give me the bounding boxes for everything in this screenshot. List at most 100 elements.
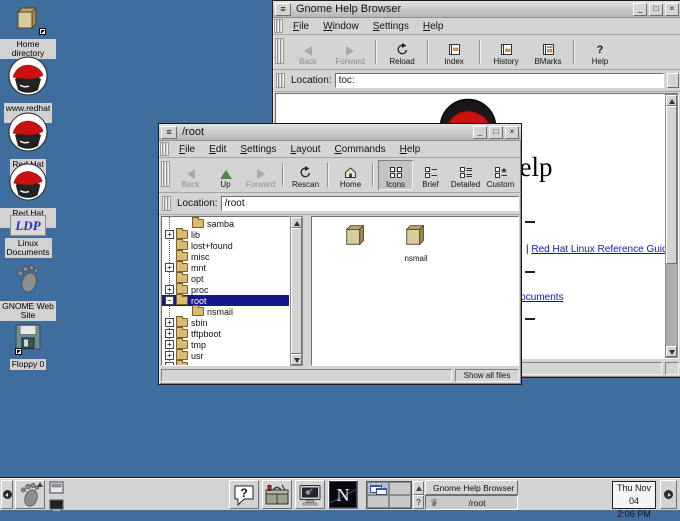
tree-item-selected[interactable]: −root	[162, 295, 289, 306]
drag-handle[interactable]	[275, 38, 284, 64]
close-button[interactable]: ×	[505, 126, 519, 139]
terminal-launcher[interactable]	[295, 480, 325, 509]
resize-grip[interactable]	[665, 362, 679, 375]
icons-view-button[interactable]: Icons	[378, 160, 413, 190]
desktop-icon-gnome-web-site[interactable]: GNOME Web Site	[0, 264, 56, 321]
menu-help[interactable]: Help	[393, 142, 428, 157]
window-title: /root	[179, 126, 471, 138]
fm-titlebar[interactable]: ≡ /root _ □ ×	[159, 124, 521, 141]
menu-commands[interactable]: Commands	[328, 142, 393, 157]
workspace-2[interactable]	[389, 482, 411, 495]
back-button[interactable]: Back	[173, 160, 208, 190]
desk-guide-arrow-button[interactable]	[413, 481, 424, 495]
forward-button[interactable]: Forward	[329, 37, 371, 67]
help-titlebar[interactable]: ≡ Gnome Help Browser _ □ ×	[273, 1, 680, 18]
up-button[interactable]: Up	[208, 160, 243, 190]
menu-settings[interactable]: Settings	[233, 142, 283, 157]
rescan-button[interactable]: Rescan	[288, 160, 323, 190]
file-item[interactable]	[326, 222, 386, 254]
menu-edit[interactable]: Edit	[202, 142, 233, 157]
brief-view-button[interactable]: Brief	[413, 160, 448, 190]
desk-guide-applet[interactable]	[366, 481, 412, 509]
tree-item-label: usr	[191, 351, 204, 361]
main-menu-button[interactable]	[15, 480, 45, 509]
expand-plus-icon[interactable]: +	[165, 340, 174, 349]
menu-file[interactable]: File	[172, 142, 202, 157]
pane-divider[interactable]	[303, 216, 311, 366]
workspace-3[interactable]	[367, 495, 389, 508]
window-menu-icon[interactable]: ≡	[161, 126, 177, 139]
help-scrollbar[interactable]	[665, 94, 678, 358]
location-input[interactable]: /root	[221, 196, 519, 211]
scroll-down-icon[interactable]	[666, 346, 677, 357]
close-button[interactable]: ×	[665, 3, 679, 16]
minimize-button[interactable]: _	[473, 126, 487, 139]
menu-settings[interactable]: Settings	[366, 19, 416, 34]
bmarks-button[interactable]: BMarks	[527, 37, 569, 67]
expand-plus-icon[interactable]: +	[165, 263, 174, 272]
home-button[interactable]: Home	[333, 160, 368, 190]
drag-handle[interactable]	[276, 73, 285, 88]
tree-scrollbar[interactable]	[290, 216, 303, 366]
menu-file[interactable]: File	[286, 19, 316, 34]
reload-button[interactable]: Reload	[381, 37, 423, 67]
file-item[interactable]: nsmail	[386, 222, 446, 263]
location-input[interactable]: toc:	[335, 73, 664, 88]
custom-view-icon	[494, 166, 508, 179]
expand-plus-icon[interactable]: +	[165, 329, 174, 338]
tree-item-label: mnt	[191, 263, 206, 273]
question-glyph: ?	[416, 498, 420, 507]
menu-window[interactable]: Window	[316, 19, 366, 34]
clock-applet[interactable]: Thu Nov 04 2:06 PM	[612, 481, 656, 509]
scroll-up-icon[interactable]	[666, 95, 677, 106]
toolbar-label: BMarks	[534, 58, 561, 66]
collapse-minus-icon[interactable]: −	[165, 296, 174, 305]
scrollbar-thumb[interactable]	[291, 228, 302, 354]
desktop-icon-home-directory[interactable]: Home directory	[0, 4, 56, 59]
scrollbar-track	[666, 264, 677, 346]
task-button-root[interactable]: /root	[425, 495, 518, 510]
expand-plus-icon[interactable]: +	[165, 230, 174, 239]
window-menu-icon[interactable]: ≡	[275, 3, 291, 16]
back-button[interactable]: Back	[287, 37, 329, 67]
forward-button[interactable]: Forward	[243, 160, 278, 190]
scrollbar-thumb[interactable]	[666, 106, 677, 264]
maximize-button[interactable]: □	[649, 3, 663, 16]
expand-plus-icon[interactable]: +	[165, 362, 174, 366]
panel-hide-left-button[interactable]	[1, 480, 13, 509]
drawer-applet[interactable]	[49, 481, 67, 509]
history-button[interactable]: History	[485, 37, 527, 67]
drag-handle[interactable]	[162, 196, 171, 211]
help-button[interactable]: ? Help	[579, 37, 621, 67]
drag-handle[interactable]	[160, 142, 169, 156]
desktop-icon-ldp[interactable]: LDP Linux Documents	[0, 215, 56, 258]
expand-plus-icon[interactable]: +	[165, 351, 174, 360]
expand-plus-icon[interactable]: +	[165, 318, 174, 327]
menu-layout[interactable]: Layout	[284, 142, 328, 157]
panel-hide-right-button[interactable]	[660, 480, 677, 509]
drag-handle[interactable]	[161, 161, 170, 187]
workspace-4[interactable]	[389, 495, 411, 508]
drag-handle[interactable]	[274, 19, 283, 33]
scroll-up-icon[interactable]	[291, 217, 302, 228]
help-launcher[interactable]: ?	[229, 480, 259, 509]
index-button[interactable]: Index	[433, 37, 475, 67]
scroll-down-icon[interactable]	[291, 354, 302, 365]
config-tool-launcher[interactable]	[262, 480, 292, 509]
expand-plus-icon[interactable]: +	[165, 285, 174, 294]
desktop-icon-floppy[interactable]: Floppy 0	[0, 322, 56, 370]
detailed-view-button[interactable]: Detailed	[448, 160, 483, 190]
task-button-help-browser[interactable]: Gnome Help Browser	[425, 480, 518, 495]
folder-icon	[176, 318, 188, 327]
tree-item[interactable]: +var	[162, 361, 289, 366]
minimize-button[interactable]: _	[633, 3, 647, 16]
location-dropdown-button[interactable]	[667, 73, 679, 88]
netscape-launcher[interactable]: N	[328, 480, 358, 509]
workspace-1-active[interactable]	[367, 482, 389, 495]
desk-guide-help-button[interactable]: ?	[413, 495, 424, 509]
menu-help[interactable]: Help	[416, 19, 451, 34]
reference-guide-link[interactable]: Red Hat Linux Reference Guide	[531, 244, 673, 255]
custom-view-button[interactable]: Custom	[483, 160, 518, 190]
maximize-button[interactable]: □	[489, 126, 503, 139]
floppy-icon	[13, 322, 43, 357]
